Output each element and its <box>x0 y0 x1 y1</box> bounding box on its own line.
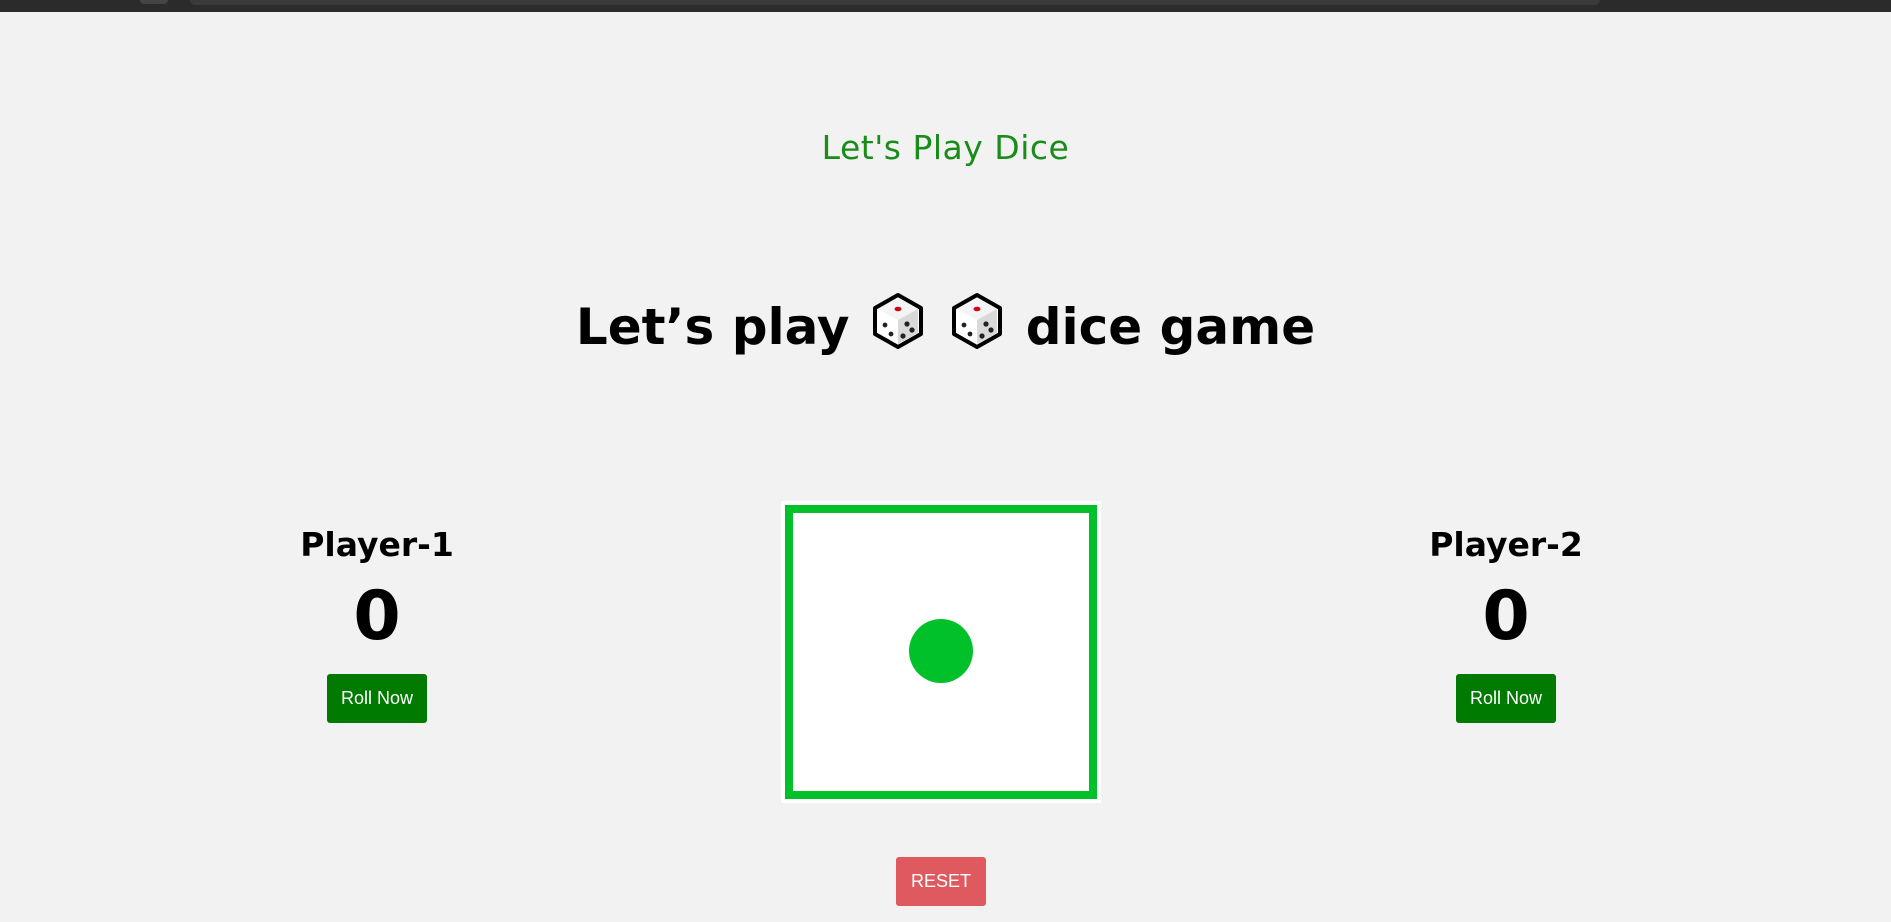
player-2-panel: Player-2 0 Roll Now <box>1376 520 1636 723</box>
die-emoji-icon <box>952 293 1003 349</box>
player-1-panel: Player-1 0 Roll Now <box>247 520 507 723</box>
player-1-score: 0 <box>353 577 401 656</box>
title-text-after: dice game <box>1025 298 1316 356</box>
dice-pip <box>909 619 973 683</box>
player-2-score: 0 <box>1482 577 1530 656</box>
page-title: Let’s play dice game <box>0 292 1891 356</box>
title-text-before: Let’s play <box>575 298 850 356</box>
page-subtitle: Let's Play Dice <box>821 128 1070 167</box>
player-1-roll-button[interactable]: Roll Now <box>327 674 427 723</box>
reset-button[interactable]: RESET <box>896 857 986 906</box>
die-emoji-icon <box>872 293 923 349</box>
player-1-name: Player-1 <box>300 525 454 564</box>
dice-face <box>781 501 1101 803</box>
player-2-name: Player-2 <box>1429 525 1583 564</box>
browser-address-strip <box>190 0 1600 5</box>
browser-top-bar <box>0 0 1891 12</box>
browser-tab-knob <box>140 0 168 4</box>
player-2-roll-button[interactable]: Roll Now <box>1456 674 1556 723</box>
